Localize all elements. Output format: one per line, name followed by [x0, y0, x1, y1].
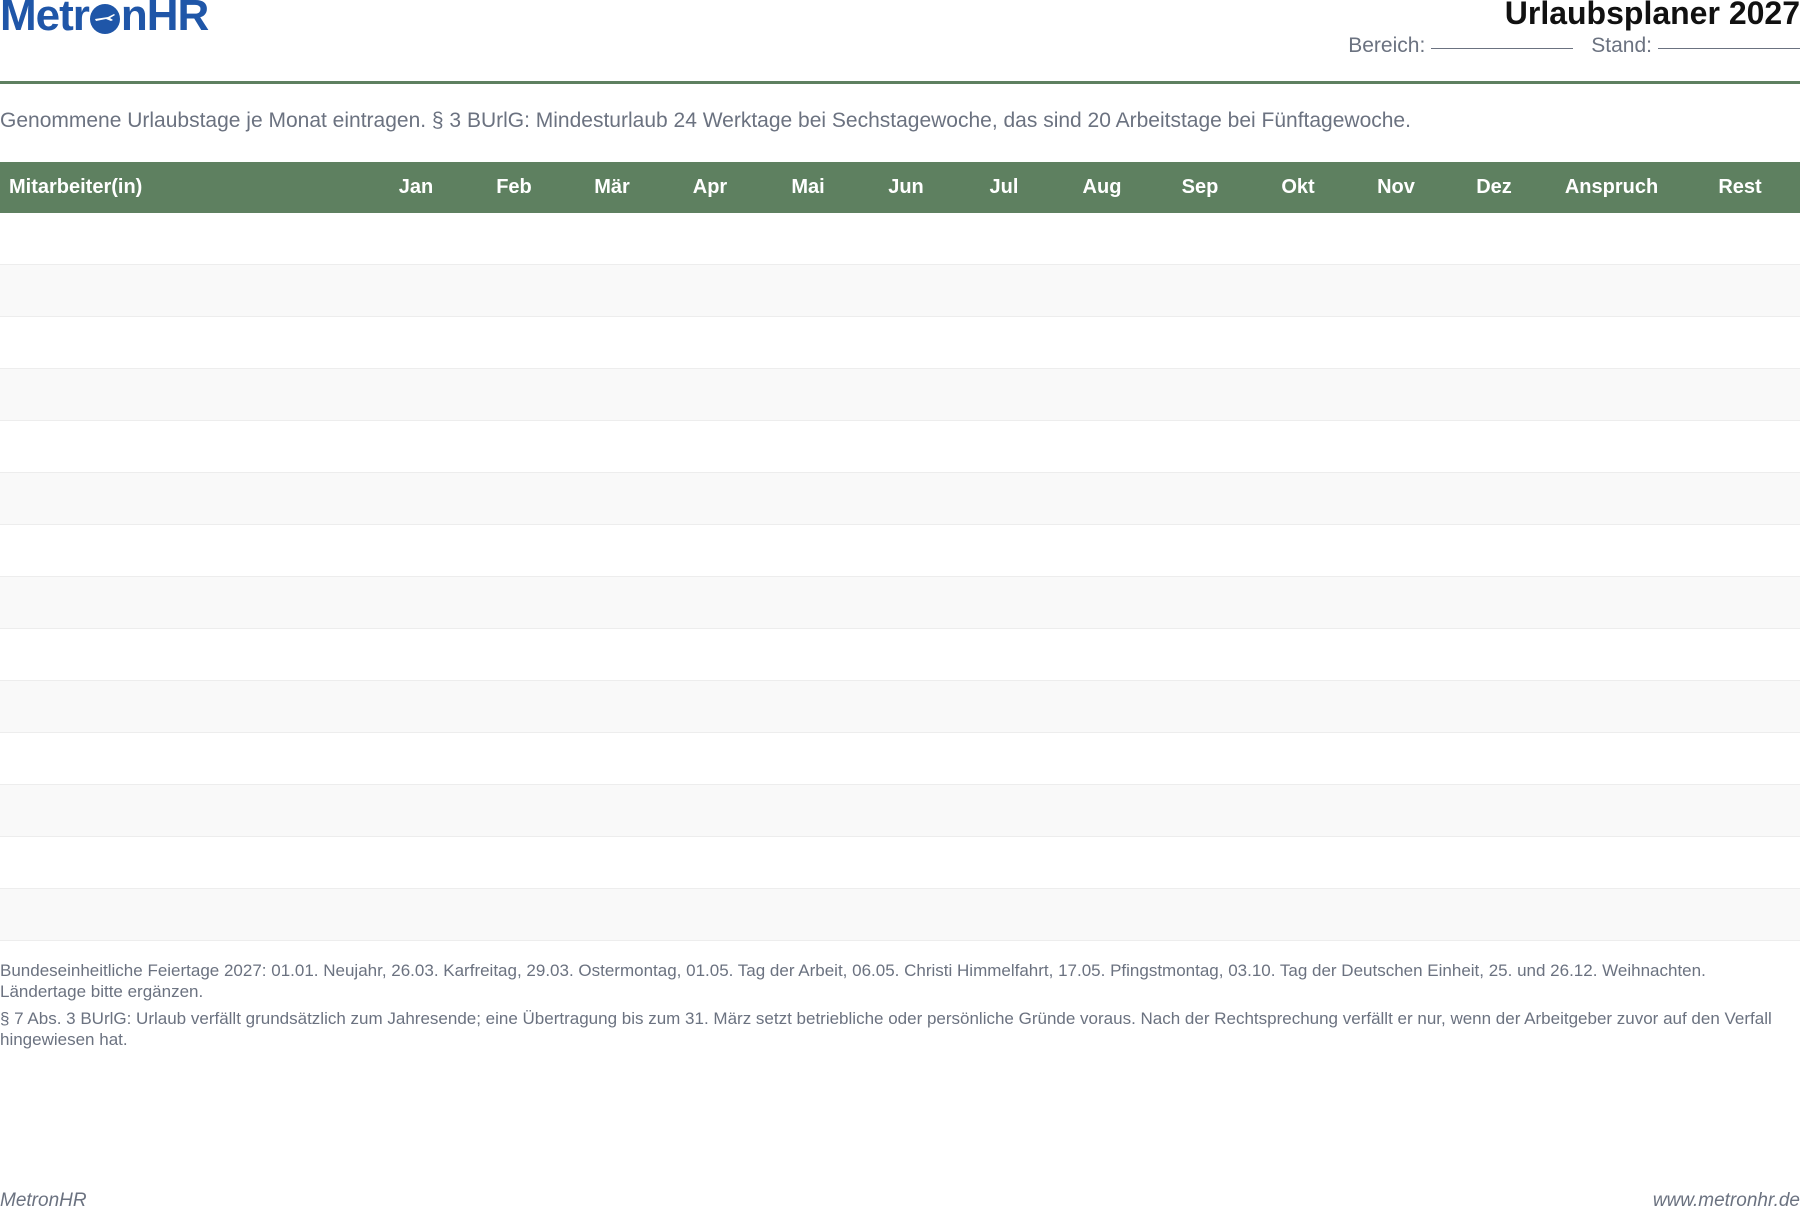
table-row[interactable] [0, 525, 1800, 577]
bereich-label: Bereich: [1348, 34, 1426, 57]
table-row[interactable] [0, 785, 1800, 837]
column-header-dez: Dez [1476, 176, 1512, 198]
column-header-employee: Mitarbeiter(in) [9, 176, 143, 198]
column-header-nov: Nov [1377, 176, 1415, 198]
table-row[interactable] [0, 629, 1800, 681]
column-header-apr: Apr [692, 176, 728, 198]
table-row[interactable] [0, 733, 1800, 785]
title-block: Urlaubsplaner 2027 Bereich: Stand: [1330, 0, 1800, 58]
column-header-sep: Sep [1181, 176, 1219, 198]
bereich-blank-line[interactable] [1431, 48, 1574, 49]
page: Metr nHR Urlaubsplaner 2027 Bereich: Stan… [0, 0, 1800, 1211]
table-row[interactable] [0, 265, 1800, 317]
column-header-jul: Jul [989, 176, 1019, 198]
table-row[interactable] [0, 577, 1800, 629]
carryover-note: § 7 Abs. 3 BUrlG: Urlaub verfällt grunds… [0, 1009, 1772, 1049]
logo-text-right: nHR [120, 0, 209, 40]
table-row[interactable] [0, 473, 1800, 525]
plane-icon [94, 14, 115, 21]
table-row[interactable] [0, 889, 1800, 941]
bereich-field[interactable]: Bereich: [1348, 34, 1574, 58]
table-row[interactable] [0, 213, 1800, 265]
holidays-note: Bundeseinheitliche Feiertage 2027: 01.01… [0, 961, 1706, 1001]
table-row[interactable] [0, 421, 1800, 473]
logo-o-plane-icon [89, 4, 120, 34]
table-row[interactable] [0, 369, 1800, 421]
footer-brand: MetronHR [0, 1190, 87, 1211]
column-header-okt: Okt [1281, 176, 1315, 198]
column-header-mar: Mär [594, 176, 630, 198]
table-row[interactable] [0, 317, 1800, 369]
header-divider [0, 81, 1800, 84]
metronhr-logo: Metr nHR [0, 0, 209, 40]
column-header-anspruch: Anspruch [1564, 176, 1659, 198]
column-header-rest: Rest [1718, 176, 1762, 198]
table-header: Mitarbeiter(in) Jan Feb Mär Apr Mai Jun … [0, 162, 1800, 213]
table-body [0, 213, 1800, 941]
column-header-aug: Aug [1082, 176, 1122, 198]
table-row[interactable] [0, 681, 1800, 733]
column-header-jun: Jun [888, 176, 924, 198]
intro-text: Genommene Urlaubstage je Monat eintragen… [0, 109, 1411, 132]
page-title: Urlaubsplaner 2027 [1504, 0, 1800, 31]
column-header-feb: Feb [496, 176, 532, 198]
stand-blank-line[interactable] [1658, 48, 1800, 49]
stand-label: Stand: [1591, 34, 1652, 57]
meta-fields: Bereich: Stand: [1330, 34, 1800, 58]
table-row[interactable] [0, 837, 1800, 889]
notes-section: Bundeseinheitliche Feiertage 2027: 01.01… [0, 960, 1790, 1056]
footer-url: www.metronhr.de [1652, 1190, 1800, 1211]
stand-field[interactable]: Stand: [1591, 34, 1800, 58]
column-header-jan: Jan [398, 176, 434, 198]
vacation-table: Mitarbeiter(in) Jan Feb Mär Apr Mai Jun … [0, 162, 1800, 941]
column-header-mai: Mai [791, 176, 825, 198]
logo-text-left: Metr [0, 0, 90, 40]
